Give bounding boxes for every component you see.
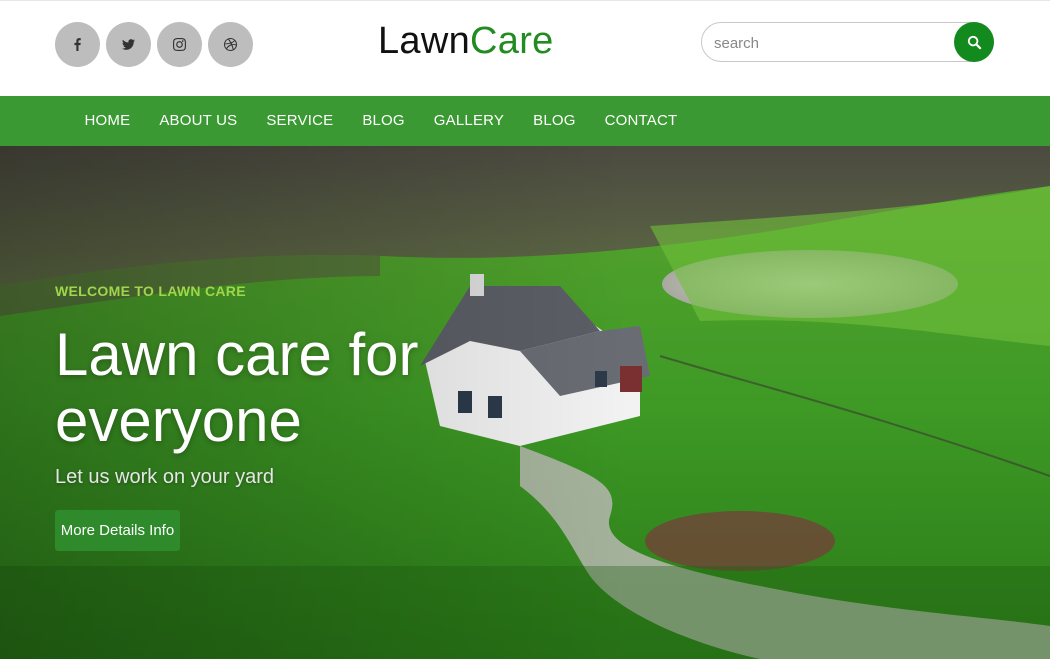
dribbble-link[interactable] xyxy=(208,22,253,67)
nav-item-blog[interactable]: BLOG xyxy=(348,96,419,146)
search-icon xyxy=(967,35,981,49)
search-input[interactable] xyxy=(714,31,944,55)
social-links xyxy=(55,22,253,67)
twitter-icon xyxy=(122,39,135,50)
hero-banner: WELCOME TO LAWN CARE Lawn care for every… xyxy=(0,146,1050,659)
instagram-icon xyxy=(173,38,186,51)
nav-list: HOME ABOUT US SERVICE BLOG GALLERY BLOG … xyxy=(70,96,692,146)
hero-headline-line1: Lawn care for xyxy=(55,321,419,388)
nav-item-home[interactable]: HOME xyxy=(70,96,145,146)
hero-headline-line2: everyone xyxy=(55,387,302,454)
facebook-link[interactable] xyxy=(55,22,100,67)
dribbble-icon xyxy=(224,38,237,51)
facebook-icon xyxy=(74,38,81,51)
nav-item-blog-2[interactable]: BLOG xyxy=(519,96,590,146)
twitter-link[interactable] xyxy=(106,22,151,67)
more-details-button[interactable]: More Details Info xyxy=(55,510,180,551)
logo-text-care: Care xyxy=(470,20,554,62)
nav-item-about-us[interactable]: ABOUT US xyxy=(145,96,252,146)
hero-headline: Lawn care for everyone xyxy=(55,322,655,454)
page: LawnCare HOME ABOUT US SERVICE BLOG GALL… xyxy=(0,0,1050,659)
top-header: LawnCare xyxy=(0,0,1050,96)
instagram-link[interactable] xyxy=(157,22,202,67)
nav-item-gallery[interactable]: GALLERY xyxy=(419,96,518,146)
nav-item-contact[interactable]: CONTACT xyxy=(590,96,692,146)
main-nav: HOME ABOUT US SERVICE BLOG GALLERY BLOG … xyxy=(0,96,1050,146)
nav-item-service[interactable]: SERVICE xyxy=(252,96,348,146)
hero-subline: Let us work on your yard xyxy=(55,466,274,488)
search-box xyxy=(701,22,994,62)
site-logo[interactable]: LawnCare xyxy=(378,21,554,61)
hero-welcome-text: WELCOME TO LAWN CARE xyxy=(55,283,246,299)
logo-text-lawn: Lawn xyxy=(378,20,471,62)
search-button[interactable] xyxy=(954,22,994,62)
